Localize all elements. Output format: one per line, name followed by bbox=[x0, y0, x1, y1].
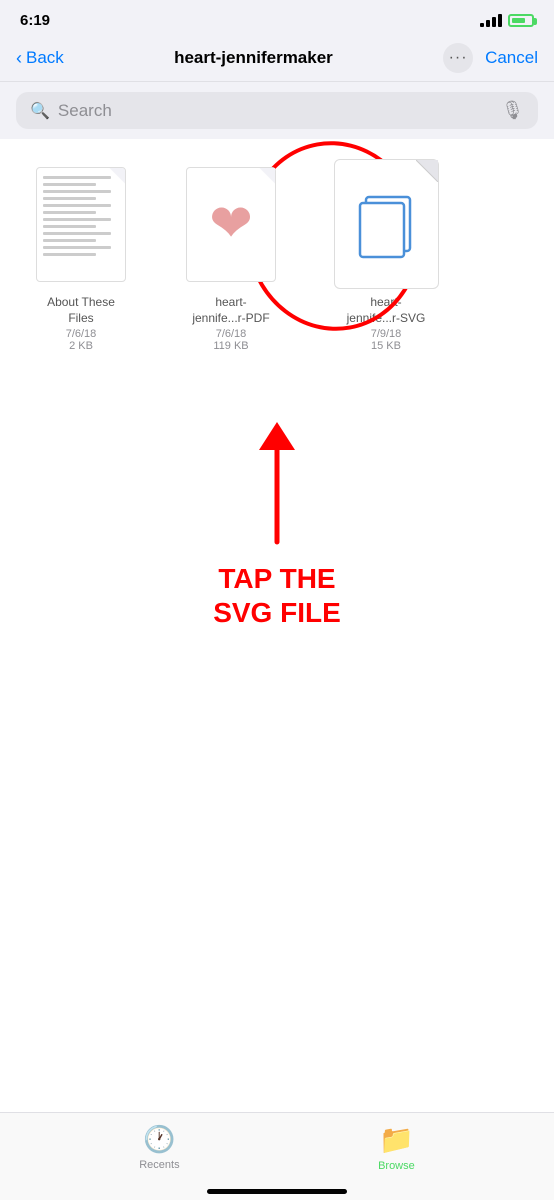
recents-label: Recents bbox=[139, 1159, 179, 1171]
heart-corner-fold bbox=[259, 168, 275, 184]
file-item-heart-pdf[interactable]: ❤ heart-jennife...r-PDF 7/6/18 119 KB bbox=[166, 159, 296, 352]
browse-label: Browse bbox=[378, 1160, 415, 1172]
browse-icon: 📁 bbox=[379, 1123, 414, 1156]
search-input[interactable]: Search bbox=[58, 101, 493, 121]
back-chevron-icon: ‹ bbox=[16, 48, 22, 69]
file-date-svg: 7/9/18 bbox=[371, 328, 402, 340]
home-indicator bbox=[207, 1189, 347, 1194]
annotation-layer: About TheseFiles 7/6/18 2 KB ❤ heart-jen… bbox=[16, 159, 538, 352]
file-thumb-pdf: ❤ bbox=[176, 159, 286, 289]
file-date-pdf: 7/6/18 bbox=[216, 328, 247, 340]
doc-lines bbox=[37, 168, 125, 268]
file-name-pdf: heart-jennife...r-PDF bbox=[192, 295, 269, 326]
file-thumb-svg bbox=[334, 159, 439, 289]
heart-thumbnail: ❤ bbox=[186, 167, 276, 282]
tab-recents[interactable]: 🕐 Recents bbox=[139, 1124, 179, 1171]
file-size-svg: 15 KB bbox=[371, 340, 401, 352]
file-size-about: 2 KB bbox=[69, 340, 93, 352]
instruction-text: TAP THE SVG FILE bbox=[213, 562, 341, 629]
recents-icon: 🕐 bbox=[143, 1124, 175, 1155]
file-size-pdf: 119 KB bbox=[213, 340, 248, 352]
stacked-pages-svg bbox=[356, 189, 416, 259]
nav-bar: ‹ Back heart-jennifermaker ··· Cancel bbox=[0, 35, 554, 82]
nav-title: heart-jennifermaker bbox=[64, 48, 443, 68]
arrow-annotation bbox=[237, 412, 317, 552]
search-bar[interactable]: 🔍 Search 🎙 bbox=[16, 92, 538, 129]
tab-bar: 🕐 Recents 📁 Browse bbox=[0, 1112, 554, 1200]
search-container: 🔍 Search 🎙 bbox=[0, 82, 554, 139]
tab-browse[interactable]: 📁 Browse bbox=[378, 1123, 415, 1172]
nav-actions: ··· Cancel bbox=[443, 43, 538, 73]
status-time: 6:19 bbox=[20, 12, 50, 29]
microphone-icon[interactable]: 🎙 bbox=[501, 100, 524, 121]
cancel-button[interactable]: Cancel bbox=[485, 48, 538, 68]
svg-corner-fold-icon bbox=[416, 160, 438, 182]
instruction-area: TAP THE SVG FILE bbox=[16, 412, 538, 629]
status-icons bbox=[480, 14, 534, 27]
heart-icon: ❤ bbox=[209, 194, 253, 254]
file-date-about: 7/6/18 bbox=[66, 328, 97, 340]
file-name-about: About TheseFiles bbox=[47, 295, 115, 326]
back-button[interactable]: ‹ Back bbox=[16, 48, 64, 69]
doc-thumbnail bbox=[36, 167, 126, 282]
back-label: Back bbox=[26, 48, 64, 68]
signal-icon bbox=[480, 14, 502, 27]
file-thumb-about bbox=[26, 159, 136, 289]
file-name-svg: heart-jennife...r-SVG bbox=[347, 295, 426, 326]
files-area: About TheseFiles 7/6/18 2 KB ❤ heart-jen… bbox=[0, 139, 554, 649]
search-icon: 🔍 bbox=[30, 101, 50, 121]
file-item-about[interactable]: About TheseFiles 7/6/18 2 KB bbox=[16, 159, 146, 352]
more-button[interactable]: ··· bbox=[443, 43, 473, 73]
more-icon: ··· bbox=[449, 49, 468, 67]
svg-file-icon bbox=[356, 189, 416, 259]
status-bar: 6:19 bbox=[0, 0, 554, 35]
files-grid: About TheseFiles 7/6/18 2 KB ❤ heart-jen… bbox=[16, 159, 538, 352]
file-item-heart-svg[interactable]: heart-jennife...r-SVG 7/9/18 15 KB bbox=[316, 159, 456, 352]
battery-icon bbox=[508, 14, 534, 27]
